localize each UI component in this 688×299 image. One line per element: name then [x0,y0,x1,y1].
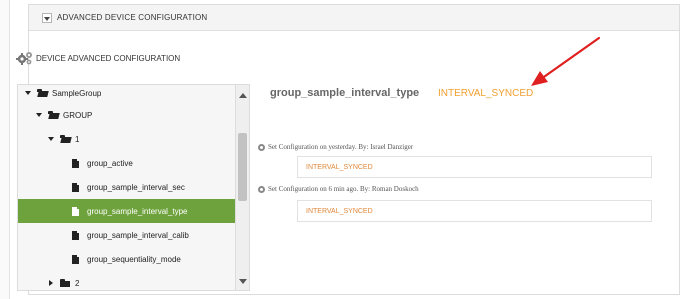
annotation-arrow-icon [531,36,601,86]
